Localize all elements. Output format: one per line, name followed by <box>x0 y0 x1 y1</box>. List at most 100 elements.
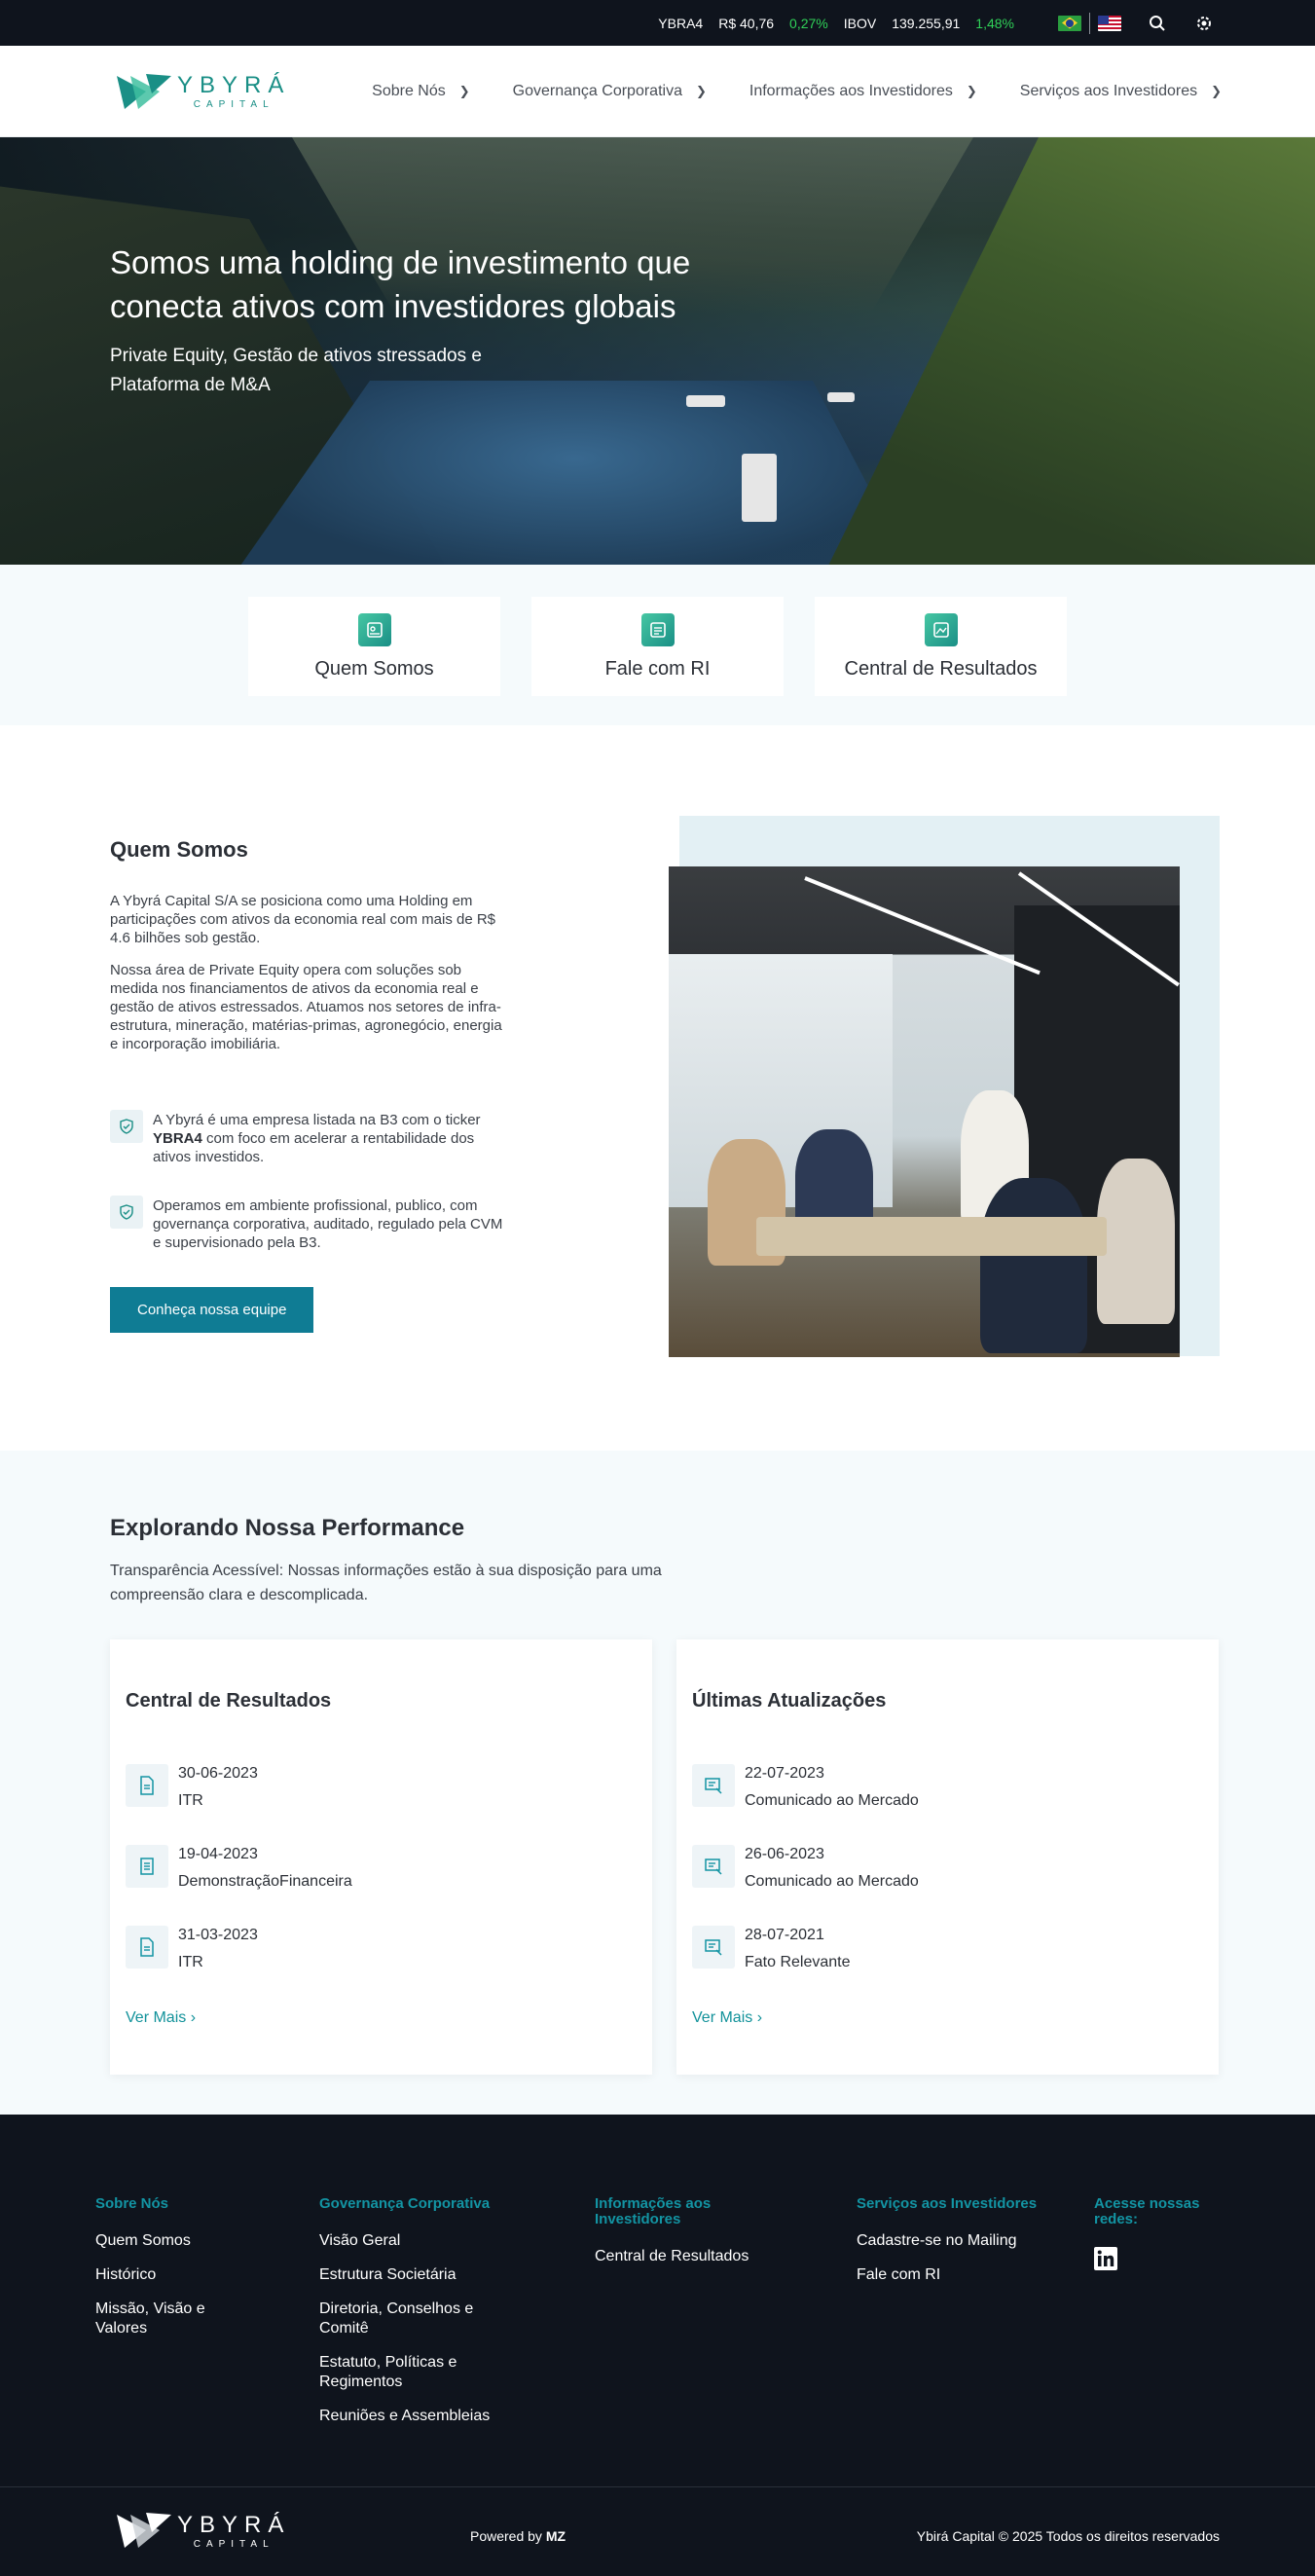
results-see-more-link[interactable]: Ver Mais › <box>126 2009 196 2027</box>
flag-divider <box>1089 12 1090 34</box>
updates-card-title: Últimas Atualizações <box>692 1690 886 1712</box>
footer-link[interactable]: Central de Resultados <box>595 2247 780 2266</box>
update-label: Fato Relevante <box>745 1954 851 1970</box>
shield-check-icon <box>110 1196 143 1229</box>
quick-link-label: Fale com RI <box>604 657 711 680</box>
main-nav: Sobre Nós ❯ Governança Corporativa ❯ Infor… <box>329 83 1222 100</box>
footer-link[interactable]: Estatuto, Políticas e Regimentos <box>319 2353 514 2392</box>
update-date: 26-06-2023 <box>745 1846 824 1862</box>
logo-mark-icon <box>117 73 171 109</box>
footer-column-title: Governança Corporativa <box>319 2195 491 2212</box>
title-part: Últimas <box>692 1690 768 1711</box>
company-logo[interactable]: YBYRÁ CAPITAL <box>117 72 290 111</box>
ticker-symbol: YBRA4 <box>658 15 704 31</box>
quick-link-fale-com-ri[interactable]: Fale com RI <box>531 597 784 696</box>
chevron-right-icon: ❯ <box>458 83 470 98</box>
result-row[interactable]: 30-06-2023 ITR <box>126 1764 258 1810</box>
accessibility-settings-icon[interactable] <box>1193 13 1215 34</box>
update-row[interactable]: 26-06-2023 Comunicado ao Mercado <box>692 1845 919 1891</box>
logo-subtitle: CAPITAL <box>193 99 274 110</box>
chevron-right-icon: › <box>190 2009 197 2026</box>
chevron-right-icon: › <box>756 2009 763 2026</box>
performance-section: Explorando Nossa Performance Transparênc… <box>0 1451 1315 2115</box>
index-name: IBOV <box>843 15 877 31</box>
nav-label: Sobre Nós <box>372 82 446 99</box>
us-flag-icon[interactable] <box>1098 15 1121 31</box>
image-chart-icon <box>924 612 958 646</box>
chevron-right-icon: ❯ <box>966 83 977 98</box>
footer-logo[interactable]: YBYRÁ CAPITAL <box>117 2511 290 2550</box>
nav-item-servicos[interactable]: Serviços aos Investidores ❯ <box>1020 83 1222 100</box>
footer-column-sobre-nos: Sobre Nós Quem Somos Histórico Missão, V… <box>95 2196 261 2338</box>
update-row[interactable]: 22-07-2023 Comunicado ao Mercado <box>692 1764 919 1810</box>
footer-link[interactable]: Quem Somos <box>95 2231 261 2251</box>
hero-banner: Somos uma holding de investimento que co… <box>0 137 1315 565</box>
footer-link[interactable]: Diretoria, Conselhos e Comitê <box>319 2300 514 2338</box>
nav-label: Governança Corporativa <box>512 82 682 99</box>
footer-link[interactable]: Reuniões e Assembleias <box>319 2407 514 2426</box>
footer-link[interactable]: Fale com RI <box>857 2265 1041 2285</box>
hero-title: Somos uma holding de investimento que co… <box>110 244 691 324</box>
chevron-right-icon: ❯ <box>1211 83 1222 98</box>
document-icon <box>126 1764 168 1807</box>
result-date: 31-03-2023 <box>178 1927 258 1943</box>
nav-item-sobre-nos[interactable]: Sobre Nós ❯ <box>372 83 470 100</box>
update-date: 22-07-2023 <box>745 1765 824 1782</box>
photo-table <box>756 1217 1107 1256</box>
powered-text: Powered by <box>470 2528 546 2544</box>
performance-subtitle: Transparência Acessível: Nossas informaç… <box>110 1563 662 1603</box>
title-part: Central de <box>126 1690 227 1711</box>
feature-ticker: YBRA4 <box>153 1130 202 1147</box>
site-footer: Sobre Nós Quem Somos Histórico Missão, V… <box>0 2115 1315 2486</box>
footer-bottom-bar: YBYRÁ CAPITAL Powered by MZ Ybirá Capita… <box>0 2486 1315 2576</box>
footer-column-title: Informações aos Investidores <box>595 2195 712 2227</box>
updates-see-more-link[interactable]: Ver Mais › <box>692 2009 762 2027</box>
shield-check-icon <box>110 1110 143 1143</box>
result-row[interactable]: 31-03-2023 ITR <box>126 1926 258 1971</box>
copyright-text: Ybirá Capital © 2025 Todos os direitos r… <box>916 2528 1220 2544</box>
footer-link[interactable]: Visão Geral <box>319 2231 514 2251</box>
team-meeting-photo <box>669 866 1180 1357</box>
results-card-title: Central de Resultados <box>126 1690 331 1712</box>
result-label: DemonstraçãoFinanceira <box>178 1873 352 1890</box>
message-icon <box>640 612 675 646</box>
brazil-flag-icon[interactable] <box>1058 15 1081 31</box>
result-label: ITR <box>178 1954 203 1970</box>
result-row[interactable]: 19-04-2023 DemonstraçãoFinanceira <box>126 1845 352 1891</box>
quick-link-central-resultados[interactable]: Central de Resultados <box>815 597 1067 696</box>
search-icon[interactable] <box>1147 13 1168 34</box>
announcement-icon <box>692 1926 735 1969</box>
team-button[interactable]: Conheça nossa equipe <box>110 1287 314 1333</box>
update-row[interactable]: 28-07-2021 Fato Relevante <box>692 1926 851 1971</box>
logo-name: YBYRÁ <box>177 72 291 98</box>
footer-link[interactable]: Cadastre-se no Mailing <box>857 2231 1041 2251</box>
linkedin-icon[interactable] <box>1094 2247 1117 2270</box>
footer-column-title: Acesse nossas redes: <box>1094 2195 1200 2227</box>
update-label: Comunicado ao Mercado <box>745 1792 919 1809</box>
hero-subtitle: Private Equity, Gestão de ativos stressa… <box>110 346 482 395</box>
statement-icon <box>126 1845 168 1888</box>
about-paragraph: Nossa área de Private Equity opera com s… <box>110 962 502 1052</box>
footer-link[interactable]: Histórico <box>95 2265 261 2285</box>
hero-ship <box>827 392 855 402</box>
photo-person <box>1097 1159 1175 1324</box>
update-date: 28-07-2021 <box>745 1927 824 1943</box>
powered-brand[interactable]: MZ <box>546 2528 566 2544</box>
index-value: 139.255,91 <box>892 15 961 31</box>
quick-link-quem-somos[interactable]: Quem Somos <box>248 597 500 696</box>
feature-text-part: A Ybyrá é uma empresa listada na B3 com … <box>153 1112 481 1128</box>
language-selector <box>1058 12 1121 34</box>
announcement-icon <box>692 1764 735 1807</box>
chevron-right-icon: ❯ <box>695 83 707 98</box>
quick-links: Quem Somos Fale com RI Central de Result… <box>0 565 1315 725</box>
nav-item-governanca[interactable]: Governança Corporativa ❯ <box>513 83 707 100</box>
result-date: 30-06-2023 <box>178 1765 258 1782</box>
footer-link[interactable]: Estrutura Societária <box>319 2265 514 2285</box>
feature-text: A Ybyrá é uma empresa listada na B3 com … <box>153 1111 509 1166</box>
nav-item-informacoes[interactable]: Informações aos Investidores ❯ <box>749 83 977 100</box>
powered-by: Powered by MZ <box>470 2528 566 2544</box>
hero-cruise-ship <box>742 454 777 522</box>
index-change: 1,48% <box>975 15 1014 31</box>
quick-link-label: Quem Somos <box>314 657 434 680</box>
footer-link[interactable]: Missão, Visão e Valores <box>95 2300 261 2338</box>
